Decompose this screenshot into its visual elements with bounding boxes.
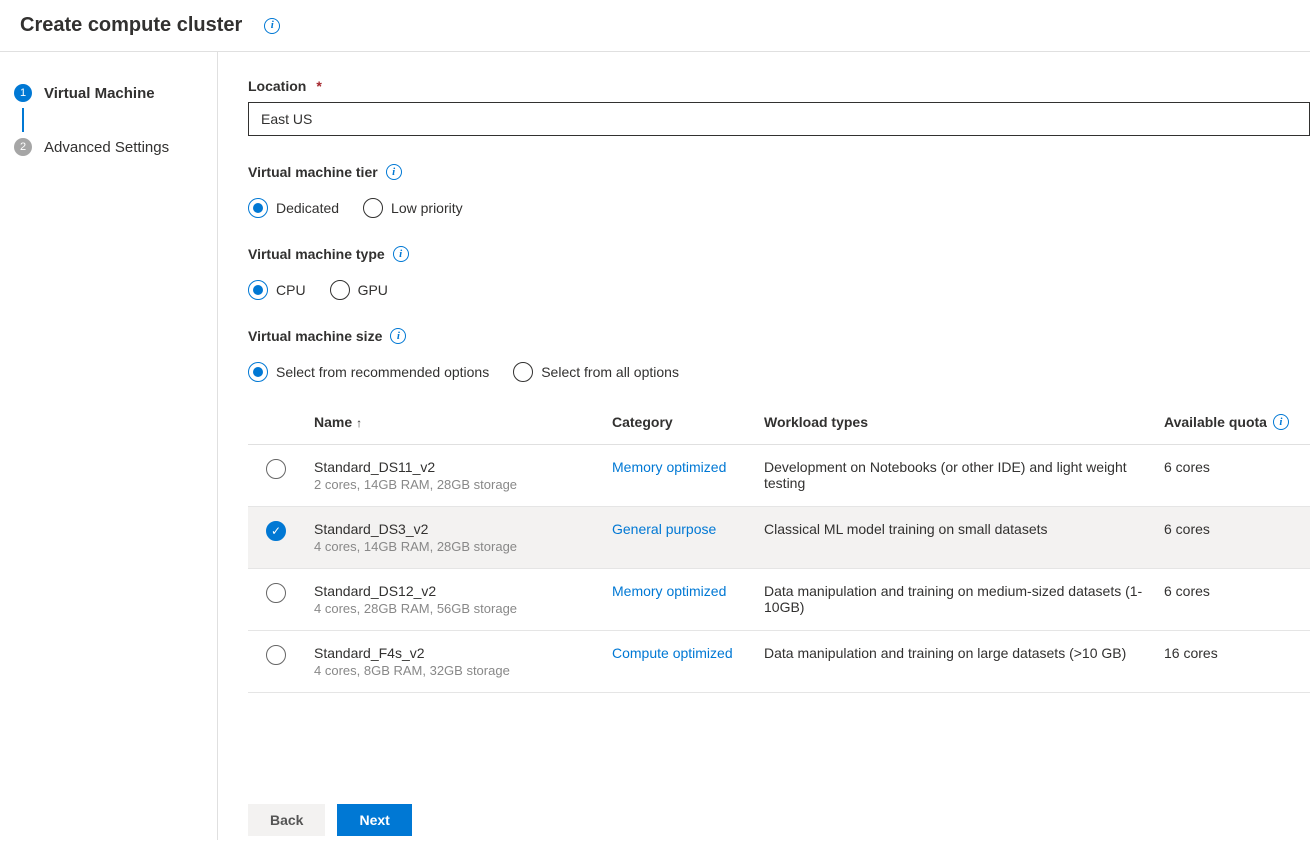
column-header-name[interactable]: Name↑ — [314, 414, 612, 430]
location-select[interactable]: East US — [248, 102, 1310, 136]
vm-name: Standard_DS3_v2 — [314, 521, 612, 537]
workload-text: Data manipulation and training on large … — [764, 645, 1164, 661]
vm-size-table: Name↑ Category Workload types Available … — [248, 400, 1310, 693]
vmtype-label: Virtual machine type i — [248, 246, 409, 262]
row-select-radio[interactable]: ✓ — [266, 521, 286, 541]
step-number-badge: 2 — [14, 138, 32, 156]
table-row[interactable]: Standard_DS12_v2 4 cores, 28GB RAM, 56GB … — [248, 569, 1310, 631]
vm-name: Standard_DS12_v2 — [314, 583, 612, 599]
vm-spec: 2 cores, 14GB RAM, 28GB storage — [314, 477, 612, 492]
table-row[interactable]: ✓ Standard_DS3_v2 4 cores, 14GB RAM, 28GB … — [248, 507, 1310, 569]
location-label: Location* — [248, 78, 322, 94]
wizard-footer: Back Next — [248, 804, 412, 840]
step-advanced-settings[interactable]: 2 Advanced Settings — [14, 134, 203, 160]
next-button[interactable]: Next — [337, 804, 411, 836]
wizard-sidebar: 1 Virtual Machine 2 Advanced Settings — [0, 52, 218, 840]
quota-text: 6 cores — [1164, 521, 1310, 537]
tier-section: Virtual machine tier i Dedicated Low pri… — [248, 164, 1310, 218]
step-label: Virtual Machine — [44, 85, 155, 102]
vm-spec: 4 cores, 28GB RAM, 56GB storage — [314, 601, 612, 616]
vmtype-radio-gpu[interactable]: GPU — [330, 280, 388, 300]
vmsize-radio-all[interactable]: Select from all options — [513, 362, 679, 382]
workload-text: Classical ML model training on small dat… — [764, 521, 1164, 537]
tier-radio-dedicated[interactable]: Dedicated — [248, 198, 339, 218]
info-icon[interactable]: i — [386, 164, 402, 180]
radio-icon — [248, 280, 268, 300]
info-icon[interactable]: i — [1273, 414, 1289, 430]
vmtype-radio-cpu[interactable]: CPU — [248, 280, 306, 300]
vm-spec: 4 cores, 8GB RAM, 32GB storage — [314, 663, 612, 678]
info-icon[interactable]: i — [393, 246, 409, 262]
vmtype-section: Virtual machine type i CPU GPU — [248, 246, 1310, 300]
category-link[interactable]: General purpose — [612, 521, 716, 537]
vm-spec: 4 cores, 14GB RAM, 28GB storage — [314, 539, 612, 554]
sort-ascending-icon: ↑ — [356, 416, 362, 430]
required-asterisk: * — [316, 78, 321, 94]
radio-icon — [248, 362, 268, 382]
column-header-workload[interactable]: Workload types — [764, 414, 1164, 430]
vm-name: Standard_DS11_v2 — [314, 459, 612, 475]
row-select-radio[interactable] — [266, 583, 286, 603]
radio-icon — [330, 280, 350, 300]
page-title: Create compute cluster — [20, 14, 242, 37]
location-section: Location* East US — [248, 78, 1310, 136]
main-panel: Location* East US Virtual machine tier i… — [218, 52, 1310, 840]
column-header-quota[interactable]: Available quota i — [1164, 414, 1310, 430]
workload-text: Data manipulation and training on medium… — [764, 583, 1164, 615]
tier-radio-low-priority[interactable]: Low priority — [363, 198, 463, 218]
row-select-radio[interactable] — [266, 459, 286, 479]
table-header: Name↑ Category Workload types Available … — [248, 400, 1310, 445]
step-virtual-machine[interactable]: 1 Virtual Machine — [14, 80, 203, 106]
info-icon[interactable]: i — [390, 328, 406, 344]
tier-label: Virtual machine tier i — [248, 164, 402, 180]
category-link[interactable]: Compute optimized — [612, 645, 733, 661]
table-row[interactable]: Standard_DS11_v2 2 cores, 14GB RAM, 28GB … — [248, 445, 1310, 507]
quota-text: 6 cores — [1164, 459, 1310, 475]
radio-icon — [363, 198, 383, 218]
step-connector — [22, 108, 24, 132]
vmsize-label: Virtual machine size i — [248, 328, 406, 344]
vmsize-section: Virtual machine size i Select from recom… — [248, 328, 1310, 693]
table-row[interactable]: Standard_F4s_v2 4 cores, 8GB RAM, 32GB st… — [248, 631, 1310, 693]
quota-text: 6 cores — [1164, 583, 1310, 599]
step-label: Advanced Settings — [44, 139, 169, 156]
quota-text: 16 cores — [1164, 645, 1310, 661]
row-select-radio[interactable] — [266, 645, 286, 665]
vmsize-radio-recommended[interactable]: Select from recommended options — [248, 362, 489, 382]
step-number-badge: 1 — [14, 84, 32, 102]
info-icon[interactable]: i — [264, 18, 280, 34]
workload-text: Development on Notebooks (or other IDE) … — [764, 459, 1164, 491]
page-header: Create compute cluster i — [0, 0, 1310, 52]
column-header-category[interactable]: Category — [612, 414, 764, 430]
vm-name: Standard_F4s_v2 — [314, 645, 612, 661]
check-icon: ✓ — [271, 524, 281, 538]
category-link[interactable]: Memory optimized — [612, 459, 726, 475]
back-button[interactable]: Back — [248, 804, 325, 836]
radio-icon — [513, 362, 533, 382]
radio-icon — [248, 198, 268, 218]
category-link[interactable]: Memory optimized — [612, 583, 726, 599]
